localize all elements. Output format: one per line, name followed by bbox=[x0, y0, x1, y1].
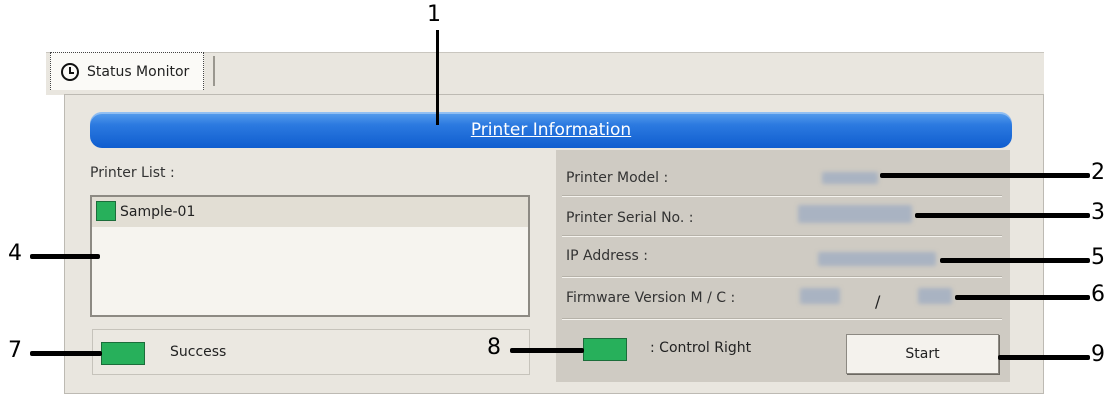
clock-icon bbox=[61, 62, 79, 81]
printer-name: Sample-01 bbox=[120, 204, 196, 220]
row-divider bbox=[562, 318, 1002, 320]
printer-serial-label: Printer Serial No. : bbox=[566, 210, 694, 226]
callout-line-3 bbox=[915, 213, 1090, 218]
control-right-label: : Control Right bbox=[650, 340, 752, 356]
callout-line-9 bbox=[998, 355, 1090, 360]
callout-8: 8 bbox=[487, 335, 501, 360]
start-button[interactable]: Start bbox=[846, 334, 999, 374]
firmware-separator: / bbox=[875, 292, 881, 311]
printer-serial-value bbox=[798, 205, 912, 223]
row-divider bbox=[562, 235, 1002, 237]
row-divider bbox=[562, 276, 1002, 278]
callout-5: 5 bbox=[1091, 245, 1105, 270]
success-indicator bbox=[101, 342, 145, 365]
callout-line-6 bbox=[955, 295, 1090, 300]
callout-line-1 bbox=[436, 30, 439, 125]
tab-label: Status Monitor bbox=[87, 63, 190, 80]
callout-line-2 bbox=[880, 173, 1090, 178]
callout-line-4 bbox=[30, 254, 100, 259]
printer-model-label: Printer Model : bbox=[566, 170, 669, 186]
tab-separator bbox=[213, 56, 215, 86]
ip-address-label: IP Address : bbox=[566, 248, 648, 264]
row-divider bbox=[562, 195, 1002, 197]
firmware-main-value bbox=[800, 288, 840, 304]
callout-9: 9 bbox=[1091, 342, 1105, 367]
printer-list-label: Printer List : bbox=[90, 165, 175, 181]
callout-3: 3 bbox=[1091, 200, 1105, 225]
firmware-version-label: Firmware Version M / C : bbox=[566, 290, 736, 306]
callout-7: 7 bbox=[8, 338, 22, 363]
callout-6: 6 bbox=[1091, 282, 1105, 307]
printer-information-title[interactable]: Printer Information bbox=[90, 112, 1012, 148]
tab-status-monitor[interactable]: Status Monitor bbox=[50, 52, 204, 90]
callout-line-5 bbox=[940, 258, 1090, 263]
ip-address-value bbox=[818, 252, 936, 266]
callout-4: 4 bbox=[8, 241, 22, 266]
status-text: Success bbox=[170, 344, 227, 360]
firmware-controller-value bbox=[918, 288, 952, 304]
callout-line-8 bbox=[510, 348, 584, 353]
printer-model-value bbox=[822, 172, 878, 184]
control-right-indicator bbox=[583, 338, 627, 361]
callout-line-7 bbox=[30, 351, 102, 356]
printer-status-indicator bbox=[96, 201, 116, 221]
communication-status-box bbox=[92, 329, 530, 375]
callout-2: 2 bbox=[1091, 160, 1105, 185]
callout-1: 1 bbox=[427, 2, 441, 27]
